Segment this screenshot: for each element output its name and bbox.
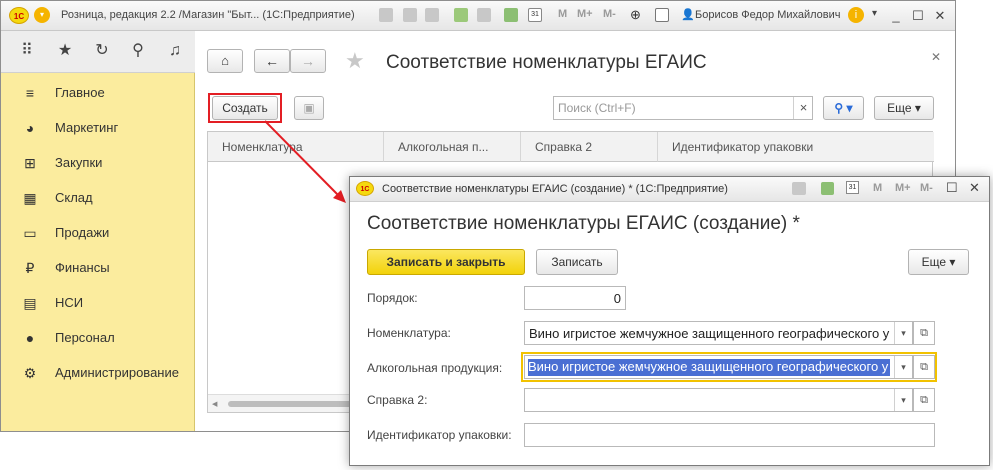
selected-text: Вино игристое жемчужное защищенного геог… xyxy=(528,359,890,376)
more-button[interactable]: Еще ▾ xyxy=(908,249,969,275)
package-id-input[interactable] xyxy=(524,423,935,447)
certificate-field[interactable]: ▾ xyxy=(524,388,913,412)
calendar-icon[interactable]: 31 xyxy=(846,181,859,194)
order-input[interactable]: 0 xyxy=(524,286,626,310)
alcohol-product-field[interactable]: Вино игристое жемчужное защищенного геог… xyxy=(524,355,913,379)
memory-minus-button[interactable]: M- xyxy=(920,182,933,194)
open-icon[interactable]: ⧉ xyxy=(913,355,935,379)
memory-plus-button[interactable]: M+ xyxy=(895,182,911,194)
order-value: 0 xyxy=(613,291,621,306)
more-button-label: Еще xyxy=(921,255,947,269)
nomenclature-value: Вино игристое жемчужное защищенного геог… xyxy=(529,326,890,341)
memory-m-button[interactable]: M xyxy=(873,182,882,194)
save-and-close-button[interactable]: Записать и закрыть xyxy=(367,249,525,275)
1c-logo-icon: 1С xyxy=(356,181,374,196)
nomenclature-label: Номенклатура: xyxy=(367,326,451,340)
maximize-button[interactable]: ☐ xyxy=(946,180,958,196)
chevron-down-icon[interactable]: ▾ xyxy=(894,389,912,411)
dialog-title-bar: 1С Соответствие номенклатуры ЕГАИС (созд… xyxy=(350,177,989,202)
chevron-down-icon[interactable]: ▾ xyxy=(894,322,912,344)
dialog-window-title: Соответствие номенклатуры ЕГАИС (создани… xyxy=(382,183,728,195)
nomenclature-field[interactable]: Вино игристое жемчужное защищенного геог… xyxy=(524,321,913,345)
package-id-label: Идентификатор упаковки: xyxy=(367,428,512,442)
certificate-label: Справка 2: xyxy=(367,393,428,407)
print-icon[interactable] xyxy=(792,182,806,195)
close-button[interactable]: ✕ xyxy=(969,180,980,196)
spreadsheet-icon[interactable] xyxy=(821,182,834,195)
chevron-down-icon[interactable]: ▾ xyxy=(894,356,912,378)
save-button[interactable]: Записать xyxy=(536,249,618,275)
dialog-window: 1С Соответствие номенклатуры ЕГАИС (созд… xyxy=(349,176,990,466)
open-icon[interactable]: ⧉ xyxy=(913,388,935,412)
order-label: Порядок: xyxy=(367,291,418,305)
alcohol-label: Алкогольная продукция: xyxy=(367,361,503,375)
open-icon[interactable]: ⧉ xyxy=(913,321,935,345)
alcohol-value: Вино игристое жемчужное защищенного геог… xyxy=(528,359,889,374)
dialog-title: Соответствие номенклатуры ЕГАИС (создани… xyxy=(367,213,800,234)
